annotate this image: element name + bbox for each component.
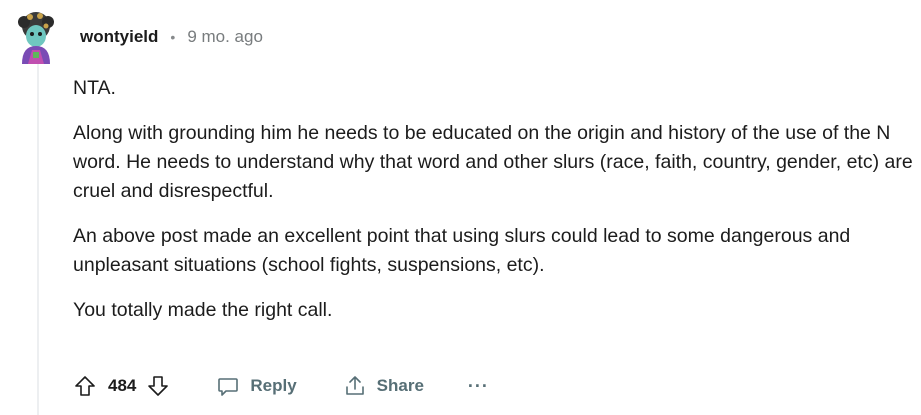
- upvote-button[interactable]: [73, 374, 97, 398]
- thread-line[interactable]: [37, 64, 39, 415]
- username-link[interactable]: wontyield: [80, 27, 158, 47]
- reply-label: Reply: [250, 376, 297, 395]
- share-button[interactable]: Share: [343, 374, 424, 398]
- avatar[interactable]: [10, 12, 62, 64]
- comment-paragraph: An above post made an excellent point th…: [73, 225, 851, 276]
- more-options-button[interactable]: ···: [468, 376, 489, 397]
- downvote-button[interactable]: [146, 374, 170, 398]
- comment-paragraph: Along with grounding him he needs to be …: [73, 122, 913, 202]
- avatar-icon: [18, 12, 54, 64]
- share-icon: [345, 376, 364, 395]
- comment-action-bar: 484 Reply Share ···: [73, 370, 489, 402]
- reply-button[interactable]: Reply: [216, 374, 297, 398]
- timestamp[interactable]: 9 mo. ago: [187, 27, 263, 47]
- comment-paragraph: NTA.: [73, 77, 116, 99]
- vote-score: 484: [108, 376, 137, 395]
- meta-separator: •: [170, 29, 176, 45]
- comment-paragraph: You totally made the right call.: [73, 299, 333, 321]
- comment-header: wontyield • 9 mo. ago: [80, 26, 263, 48]
- ellipsis-icon: ···: [467, 375, 489, 396]
- downvote-arrow-icon: [148, 376, 169, 396]
- upvote-arrow-icon: [75, 376, 95, 396]
- comment-body: NTA. Along with grounding him he needs t…: [73, 74, 913, 341]
- speech-bubble-icon: [218, 378, 239, 396]
- share-label: Share: [376, 376, 424, 395]
